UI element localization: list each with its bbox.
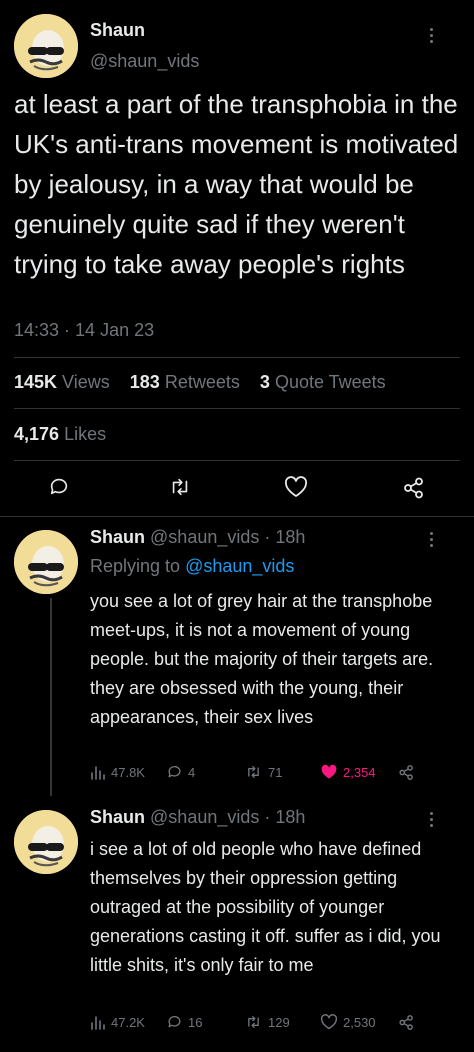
share-action[interactable] (398, 764, 415, 781)
author-name[interactable]: Shaun (90, 807, 145, 827)
divider (14, 357, 460, 358)
author-handle[interactable]: @shaun_vids (150, 807, 259, 827)
views-count: 47.8K (111, 764, 145, 780)
views-action[interactable]: 47.2K (90, 1014, 145, 1030)
like-action[interactable]: 2,530 (320, 1014, 376, 1030)
avatar[interactable] (14, 530, 78, 594)
reply-time[interactable]: · 18h (264, 527, 305, 547)
like-count: 2,530 (343, 1014, 376, 1030)
retweet-count: 129 (268, 1014, 290, 1030)
avatar[interactable] (14, 810, 78, 874)
views-action[interactable]: 47.8K (90, 764, 145, 780)
quotes-count[interactable]: 3 (260, 372, 270, 392)
tweet-timestamp[interactable]: 14:33 · 14 Jan 23 (14, 320, 154, 341)
share-icon[interactable] (402, 476, 426, 505)
replying-to-link[interactable]: @shaun_vids (185, 556, 294, 576)
like-action[interactable]: 2,354 (320, 764, 376, 780)
retweet-action[interactable]: 129 (244, 1014, 290, 1030)
likes-label[interactable]: Likes (64, 424, 106, 444)
author-handle[interactable]: @shaun_vids (150, 527, 259, 547)
views-icon (91, 766, 105, 780)
retweet-action[interactable]: 71 (244, 764, 282, 780)
reply-icon[interactable] (48, 476, 70, 503)
author-handle[interactable]: @shaun_vids (90, 51, 199, 72)
reply-header: Shaun @shaun_vids · 18h (90, 527, 305, 548)
more-options-icon[interactable] (430, 532, 434, 550)
stats-row: 145K Views 183 Retweets 3 Quote Tweets (14, 372, 386, 393)
thread-line (50, 598, 52, 796)
retweet-icon (248, 1016, 259, 1028)
author-name[interactable]: Shaun (90, 527, 145, 547)
more-options-icon[interactable] (430, 812, 434, 830)
divider (14, 408, 460, 409)
reply-icon (168, 766, 181, 778)
replying-to: Replying to @shaun_vids (90, 556, 294, 577)
share-action[interactable] (398, 1014, 415, 1031)
views-icon (91, 1016, 105, 1030)
retweets-count[interactable]: 183 (130, 372, 160, 392)
views-count: 145K (14, 372, 58, 392)
retweet-count: 71 (268, 764, 283, 780)
author-name[interactable]: Shaun (90, 20, 145, 41)
reply-header: Shaun @shaun_vids · 18h (90, 807, 305, 828)
share-icon (399, 1015, 413, 1030)
divider (0, 516, 474, 517)
likes-count[interactable]: 4,176 (14, 424, 59, 444)
divider (14, 460, 460, 461)
more-options-icon[interactable] (430, 28, 434, 46)
reply-count: 4 (188, 764, 196, 780)
replying-prefix: Replying to (90, 556, 181, 576)
reply-action[interactable]: 16 (166, 1014, 202, 1030)
heart-filled-icon (321, 764, 337, 779)
likes-row[interactable]: 4,176 Likes (14, 424, 106, 445)
quotes-label[interactable]: Quote Tweets (275, 372, 386, 392)
views-count: 47.2K (111, 1014, 145, 1030)
reply-action[interactable]: 4 (166, 764, 195, 780)
share-icon (399, 765, 413, 780)
reply-text: you see a lot of grey hair at the transp… (90, 591, 434, 727)
reply-icon (168, 1016, 181, 1028)
retweet-icon[interactable] (168, 476, 192, 503)
heart-icon (320, 1014, 338, 1030)
reply-text: i see a lot of old people who have defin… (90, 839, 441, 975)
reply-time[interactable]: · 18h (264, 807, 305, 827)
retweet-icon (248, 766, 259, 778)
retweets-label[interactable]: Retweets (165, 372, 240, 392)
like-icon[interactable] (284, 476, 308, 503)
like-count: 2,354 (343, 764, 376, 780)
reply-count: 16 (188, 1014, 203, 1030)
tweet-text: at least a part of the transphobia in th… (14, 89, 459, 279)
avatar[interactable] (14, 14, 78, 78)
views-label[interactable]: Views (62, 372, 110, 392)
